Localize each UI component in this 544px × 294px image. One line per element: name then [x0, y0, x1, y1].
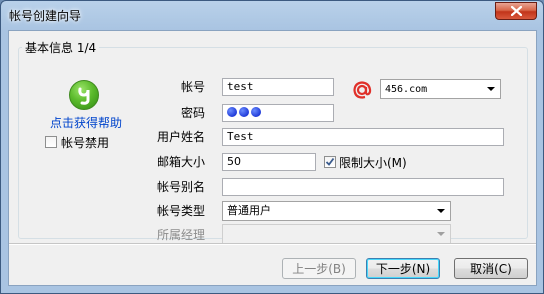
password-dot: [227, 107, 237, 117]
chevron-down-icon: [437, 232, 445, 236]
username-label: 用户姓名: [156, 130, 205, 144]
limit-size-label: 限制大小(M): [339, 156, 407, 170]
account-type-label: 帐号类型: [156, 204, 205, 218]
prev-button[interactable]: 上一步(B): [282, 258, 356, 279]
checkmark-icon: [325, 157, 335, 166]
basic-info-group: 基本信息 1/4 点击获得帮助 帐号禁用 帐号 test 456.com 密码 …: [18, 39, 528, 244]
alias-label: 帐号别名: [156, 180, 205, 194]
password-label: 密码: [180, 106, 205, 120]
username-input[interactable]: Test: [222, 128, 504, 146]
wizard-window: 帐号创建向导 基本信息 1/4 点击获得帮助 帐号禁用 帐号 test 456.…: [0, 0, 544, 294]
help-link[interactable]: 点击获得帮助: [50, 114, 122, 131]
account-type-value: 普通用户: [227, 204, 271, 217]
title-bar[interactable]: 帐号创建向导: [1, 1, 543, 31]
alias-input[interactable]: [222, 178, 504, 196]
next-button[interactable]: 下一步(N): [366, 258, 440, 279]
cancel-button[interactable]: 取消(C): [454, 258, 528, 279]
close-button[interactable]: [495, 2, 537, 20]
at-sign-icon: [352, 80, 372, 100]
chevron-down-icon: [487, 87, 495, 91]
mailbox-size-input[interactable]: 50: [222, 153, 316, 171]
manager-label: 所属经理: [156, 228, 205, 242]
password-dot: [251, 107, 261, 117]
account-type-select[interactable]: 普通用户: [222, 201, 451, 221]
account-input[interactable]: test: [222, 78, 334, 96]
domain-select-value: 456.com: [385, 84, 428, 95]
account-label: 帐号: [180, 80, 205, 94]
password-dot: [239, 107, 249, 117]
disable-account-checkbox[interactable]: [45, 136, 57, 148]
app-logo-icon: [69, 80, 99, 110]
separator: [9, 243, 536, 245]
mailbox-size-label: 邮箱大小: [156, 155, 205, 169]
dialog-body: 基本信息 1/4 点击获得帮助 帐号禁用 帐号 test 456.com 密码 …: [8, 30, 537, 286]
password-input[interactable]: [222, 104, 334, 122]
window-title: 帐号创建向导: [9, 9, 82, 23]
domain-select[interactable]: 456.com: [380, 79, 501, 99]
close-icon: [510, 6, 522, 16]
disable-account-label: 帐号禁用: [61, 136, 110, 150]
group-legend: 基本信息 1/4: [22, 39, 100, 56]
chevron-down-icon: [437, 209, 445, 213]
limit-size-checkbox[interactable]: [324, 156, 336, 168]
manager-select[interactable]: [222, 224, 451, 244]
